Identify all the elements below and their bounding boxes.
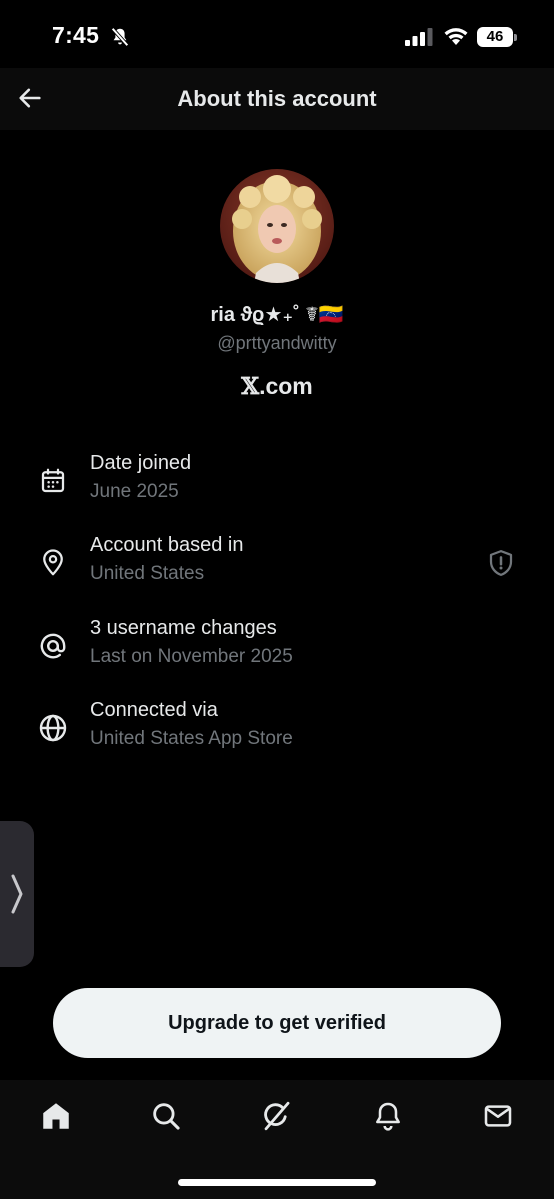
battery-level: 46	[486, 28, 504, 45]
platform-label: 𝕏.com	[0, 373, 554, 400]
calendar-icon	[36, 464, 70, 498]
username-handle: @prttyandwitty	[217, 333, 337, 353]
avatar[interactable]	[220, 169, 334, 283]
info-subtitle: United States	[90, 563, 205, 584]
nav-grok[interactable]	[254, 1094, 298, 1138]
page-title: About this account	[177, 86, 377, 111]
nav-notifications[interactable]	[366, 1094, 410, 1138]
platform-domain: .com	[259, 373, 313, 399]
messages-envelope-icon	[484, 1105, 512, 1127]
globe-icon	[36, 711, 70, 745]
info-title: Account based in	[90, 534, 244, 556]
info-title: Date joined	[90, 452, 192, 474]
status-bar: 7:45 46	[0, 0, 554, 68]
wifi-icon	[444, 28, 468, 45]
home-indicator[interactable]	[178, 1179, 376, 1186]
nav-messages[interactable]	[476, 1094, 520, 1138]
info-subtitle: June 2025	[90, 481, 179, 502]
avatar-image	[220, 169, 334, 283]
notifications-bell-icon	[376, 1102, 400, 1131]
nav-search[interactable]	[144, 1094, 188, 1138]
username-changes-row: 3 username changes Last on November 2025	[0, 617, 554, 681]
cellular-signal-icon	[405, 28, 433, 46]
date-joined-row: Date joined June 2025	[0, 452, 554, 516]
x-logo-text: 𝕏	[241, 373, 260, 400]
info-title: Connected via	[90, 699, 218, 721]
status-time: 7:45	[52, 22, 100, 48]
info-subtitle: United States App Store	[90, 728, 293, 749]
search-icon	[153, 1103, 180, 1130]
nav-home[interactable]	[34, 1094, 78, 1138]
battery-icon: 46	[477, 27, 517, 47]
home-icon	[43, 1103, 69, 1129]
info-subtitle: Last on November 2025	[90, 646, 293, 667]
info-title: 3 username changes	[90, 617, 277, 639]
account-based-in-row: Account based in United States	[0, 534, 554, 598]
grok-icon	[264, 1101, 290, 1131]
shield-exclamation-icon[interactable]	[486, 548, 516, 578]
at-sign-icon	[36, 629, 70, 663]
upgrade-verified-button[interactable]: Upgrade to get verified	[53, 988, 501, 1058]
display-name: ria ϑϱ★₊˚ ☤🇻🇪	[210, 304, 344, 326]
header-bar: About this account	[0, 68, 554, 130]
chevron-right-icon	[11, 874, 23, 914]
bell-slash-icon	[111, 27, 129, 47]
side-panel-handle[interactable]	[0, 821, 34, 967]
location-pin-icon	[36, 546, 70, 580]
connected-via-row: Connected via United States App Store	[0, 699, 554, 763]
